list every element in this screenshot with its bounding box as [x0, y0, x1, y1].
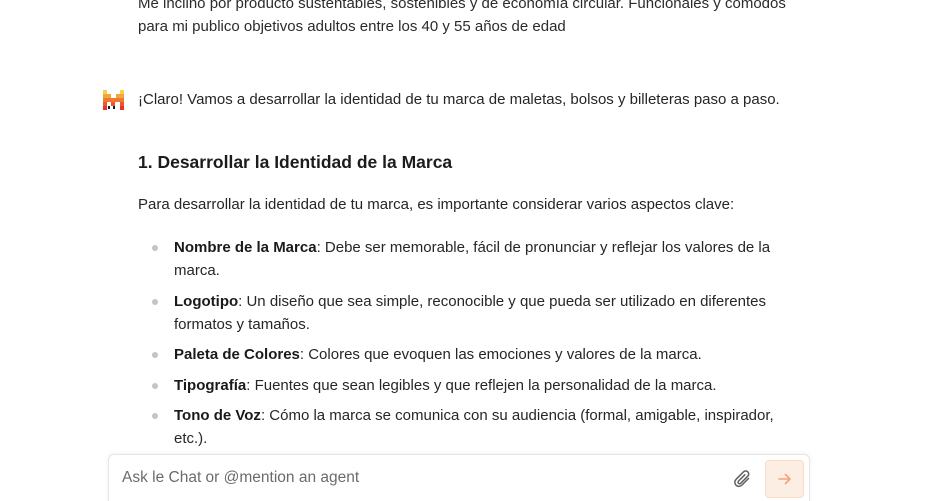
list-item-text: : Fuentes que sean legibles y que reflej… — [246, 376, 717, 394]
aspect-list: Nombre de la Marca: Debe ser memorable, … — [138, 236, 788, 450]
chat-input-box[interactable]: Ask le Chat or @mention an agent — [108, 454, 810, 501]
list-item: Tono de Voz: Cómo la marca se comunica c… — [138, 404, 782, 450]
bullet-icon — [152, 245, 158, 251]
list-item-term: Tipografía — [174, 376, 247, 394]
list-item: Nombre de la Marca: Debe ser memorable, … — [138, 236, 782, 282]
user-message: Me inclino por producto sustentables, so… — [138, 0, 818, 38]
list-item-term: Nombre de la Marca — [174, 239, 317, 256]
user-message-line-1: Me inclino por producto sustentables, so… — [138, 0, 786, 12]
user-message-line-2: para mi publico objetivos adultos entre … — [138, 18, 566, 35]
list-item: Logotipo: Un diseño que sea simple, reco… — [138, 290, 782, 336]
assistant-intro: ¡Claro! Vamos a desarrollar la identidad… — [138, 91, 780, 108]
list-item-text: : Colores que evoquen las emociones y va… — [299, 346, 702, 363]
list-item-term: Logotipo — [174, 292, 239, 310]
arrow-right-icon — [778, 473, 791, 485]
bullet-icon — [152, 413, 158, 419]
list-item: Tipografía: Fuentes que sean legibles y … — [138, 374, 782, 397]
chat-page: Me inclino por producto sustentables, so… — [0, 0, 936, 501]
paperclip-icon[interactable] — [733, 469, 753, 491]
list-item-text: : Cómo la marca se comunica con su audie… — [174, 407, 774, 447]
list-item-term: Tono de Voz — [174, 407, 261, 424]
bullet-icon — [152, 352, 158, 358]
section-paragraph: Para desarrollar la identidad de tu marc… — [138, 196, 735, 213]
bullet-icon — [152, 298, 158, 305]
chat-input-placeholder[interactable]: Ask le Chat or @mention an agent — [122, 469, 359, 487]
send-button[interactable] — [765, 460, 804, 498]
section-heading: 1. Desarrollar la Identidad de la Marca — [138, 152, 453, 172]
list-item: Paleta de Colores: Colores que evoquen l… — [138, 343, 782, 366]
list-item-term: Paleta de Colores — [174, 346, 300, 363]
assistant-content: ¡Claro! Vamos a desarrollar la identidad… — [138, 88, 788, 458]
mistral-logo-icon — [103, 90, 124, 110]
list-item-text: : Un diseño que sea simple, reconocible … — [174, 292, 766, 333]
bullet-icon — [152, 382, 158, 389]
